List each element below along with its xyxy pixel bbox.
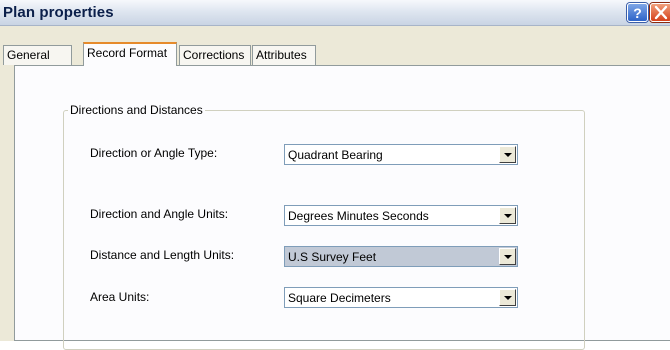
window-title: Plan properties <box>3 4 114 21</box>
dropdown-button[interactable] <box>499 289 516 306</box>
tab-general[interactable]: General <box>3 45 72 65</box>
direction-angle-type-select[interactable]: Quadrant Bearing <box>284 144 518 165</box>
tab-label: Attributes <box>256 48 307 62</box>
selected-value: Square Decimeters <box>288 291 391 305</box>
selected-value: Degrees Minutes Seconds <box>288 209 429 223</box>
tab-label: Corrections <box>183 48 245 62</box>
dropdown-button[interactable] <box>499 146 516 163</box>
tab-strip: General Record Format Corrections Attrib… <box>0 25 670 66</box>
chevron-down-icon <box>504 296 512 300</box>
chevron-down-icon <box>504 153 512 157</box>
record-format-panel: Directions and Distances Direction or An… <box>14 65 670 350</box>
tab-corrections[interactable]: Corrections <box>179 45 251 65</box>
tab-record-format[interactable]: Record Format <box>83 42 177 66</box>
direction-angle-units-label: Direction and Angle Units: <box>90 207 229 221</box>
tab-label: General <box>7 48 50 62</box>
chevron-down-icon <box>504 255 512 259</box>
plan-properties-dialog: Plan properties ? General Record Format … <box>0 0 670 350</box>
chevron-down-icon <box>504 214 512 218</box>
dropdown-button[interactable] <box>499 248 516 265</box>
selected-value: Quadrant Bearing <box>288 148 383 162</box>
selected-value: U.S Survey Feet <box>288 250 377 264</box>
title-bar[interactable]: Plan properties ? <box>0 0 670 26</box>
direction-angle-units-select[interactable]: Degrees Minutes Seconds <box>284 205 518 226</box>
area-units-label: Area Units: <box>90 290 150 304</box>
group-title: Directions and Distances <box>68 103 205 117</box>
distance-length-units-select[interactable]: U.S Survey Feet <box>284 246 518 267</box>
close-button[interactable] <box>650 3 670 22</box>
direction-angle-type-label: Direction or Angle Type: <box>90 146 218 160</box>
dropdown-button[interactable] <box>499 207 516 224</box>
tab-attributes[interactable]: Attributes <box>252 45 316 65</box>
area-units-select[interactable]: Square Decimeters <box>284 287 518 308</box>
help-button[interactable]: ? <box>627 3 648 22</box>
tab-label: Record Format <box>87 46 168 60</box>
close-icon <box>654 5 668 20</box>
directions-distances-group: Directions and Distances Direction or An… <box>63 103 585 350</box>
distance-length-units-label: Distance and Length Units: <box>90 248 235 262</box>
help-icon: ? <box>633 5 642 21</box>
